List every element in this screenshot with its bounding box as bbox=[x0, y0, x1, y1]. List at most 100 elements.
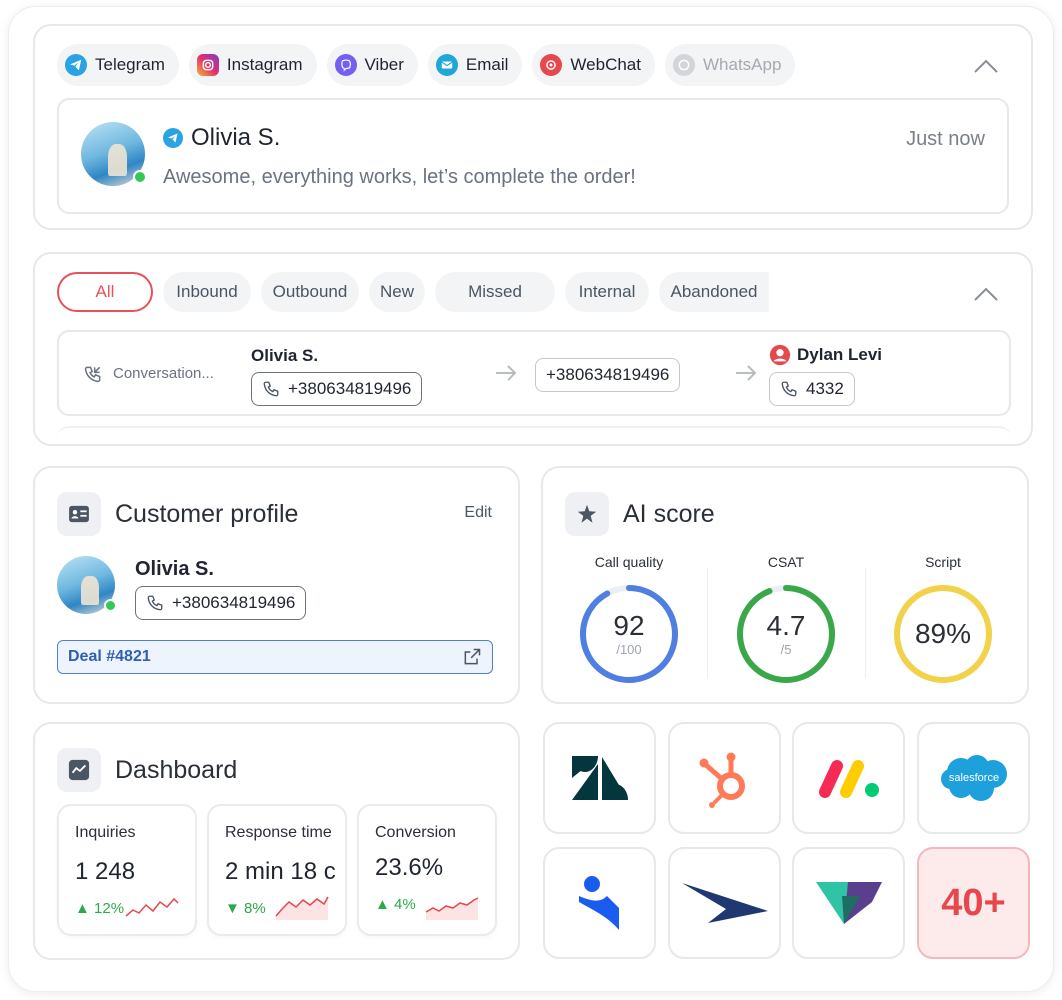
divider bbox=[707, 568, 708, 678]
chevron-up-icon[interactable] bbox=[973, 286, 999, 302]
kommo-logo bbox=[578, 876, 619, 930]
channel-chip-instagram[interactable]: Instagram bbox=[188, 44, 317, 86]
integration-other[interactable] bbox=[792, 847, 905, 959]
metric-value: 23.6% bbox=[375, 854, 444, 881]
channel-chip-viber[interactable]: Viber bbox=[326, 44, 418, 86]
filter-outbound[interactable]: Outbound bbox=[261, 272, 359, 312]
phone-icon bbox=[263, 381, 279, 397]
metric-value: 2 min 18 c bbox=[225, 858, 336, 885]
trend-up-icon: ▲ bbox=[375, 896, 390, 913]
call-type-label: Conversation... bbox=[113, 365, 214, 382]
whatsapp-icon bbox=[672, 54, 695, 76]
score-label: Script bbox=[925, 554, 961, 570]
phone-icon bbox=[147, 595, 163, 611]
call-filter-tabs: All Inbound Outbound New Missed Internal… bbox=[57, 272, 769, 312]
score-label: CSAT bbox=[767, 554, 805, 570]
filter-abandoned[interactable]: Abandoned bbox=[659, 272, 769, 312]
filter-all[interactable]: All bbox=[57, 272, 153, 312]
score-ring: 89% bbox=[891, 582, 995, 686]
filter-inbound[interactable]: Inbound bbox=[163, 272, 251, 312]
integration-zendesk[interactable] bbox=[543, 722, 656, 834]
calls-card: All Inbound Outbound New Missed Internal… bbox=[33, 252, 1033, 446]
more-integrations-button[interactable]: 40+ bbox=[917, 847, 1030, 959]
customer-phone[interactable]: +380634819496 bbox=[135, 586, 307, 620]
score-script: Script 89% bbox=[873, 554, 1013, 686]
ai-score-card: AI score Call quality 92 /100 CSAT 4.7 /… bbox=[541, 466, 1029, 704]
salesforce-wordmark: salesforce bbox=[948, 772, 998, 784]
message-time: Just now bbox=[906, 128, 985, 150]
channel-label: Email bbox=[465, 55, 509, 74]
user-avatar-icon bbox=[769, 344, 791, 366]
dashboard-card: Dashboard Inquiries 1 248 ▲ 12% Response… bbox=[33, 722, 520, 960]
channel-label: Instagram bbox=[226, 55, 303, 74]
score-scale: /5 bbox=[780, 642, 792, 657]
channel-chip-webchat[interactable]: WebChat bbox=[532, 44, 655, 86]
chart-icon bbox=[57, 748, 101, 792]
metric-label: Response time bbox=[225, 824, 332, 841]
extension-number: 4332 bbox=[806, 379, 844, 398]
integration-salesforce[interactable]: salesforce bbox=[917, 722, 1030, 834]
channel-chip-telegram[interactable]: Telegram bbox=[57, 44, 179, 86]
arrow-right-icon bbox=[736, 365, 757, 381]
metric-label: Conversion bbox=[375, 824, 456, 841]
sender-name: Olivia S. bbox=[191, 124, 281, 151]
phone-number: +380634819496 bbox=[546, 365, 670, 384]
call-row[interactable]: Conversation... Olivia S. +380634819496 … bbox=[57, 330, 1011, 416]
channel-chip-whatsapp[interactable]: WhatsApp bbox=[664, 44, 796, 86]
score-csat: CSAT 4.7 /5 bbox=[716, 554, 856, 686]
call-row-peek bbox=[57, 426, 1011, 446]
customer-profile-card: Customer profile Edit Olivia S. +3806348… bbox=[33, 466, 520, 704]
zendesk-logo bbox=[571, 756, 628, 800]
chevron-up-icon[interactable] bbox=[973, 58, 999, 74]
filter-new[interactable]: New bbox=[369, 272, 425, 312]
filter-internal[interactable]: Internal bbox=[565, 272, 649, 312]
message-sender: Olivia S. bbox=[163, 124, 280, 152]
delta-value: 8% bbox=[244, 900, 266, 917]
score-ring: 4.7 /5 bbox=[734, 582, 838, 686]
filter-missed[interactable]: Missed bbox=[435, 272, 555, 312]
score-ring: 92 /100 bbox=[577, 582, 681, 686]
trend-up-icon: ▲ bbox=[75, 900, 90, 917]
customer-name: Olivia S. bbox=[135, 558, 214, 580]
metric-conversion[interactable]: Conversion 23.6% ▲ 4% bbox=[357, 804, 497, 936]
integration-kommo[interactable] bbox=[543, 847, 656, 959]
metric-delta: ▼ 8% bbox=[225, 900, 266, 917]
metric-response-time[interactable]: Response time 2 min 18 c ▼ 8% bbox=[207, 804, 347, 936]
deal-link[interactable]: Deal #4821 bbox=[57, 640, 493, 674]
viber-icon bbox=[334, 54, 357, 76]
score-value: 89% bbox=[914, 618, 972, 649]
phone-icon bbox=[781, 381, 797, 397]
sparkline bbox=[125, 897, 179, 917]
integration-hubspot[interactable] bbox=[668, 722, 781, 834]
score-value: 4.7 bbox=[766, 610, 806, 641]
score-scale: /100 bbox=[616, 642, 642, 657]
channel-label: Telegram bbox=[95, 55, 165, 74]
message-preview[interactable]: Olivia S. Awesome, everything works, let… bbox=[57, 98, 1009, 214]
edit-link[interactable]: Edit bbox=[464, 504, 492, 522]
metric-label: Inquiries bbox=[75, 824, 136, 841]
score-call-quality: Call quality 92 /100 bbox=[559, 554, 699, 686]
agent-extension[interactable]: 4332 bbox=[769, 372, 855, 406]
online-status-dot bbox=[133, 170, 147, 184]
phone-number: +380634819496 bbox=[288, 379, 412, 398]
delta-value: 4% bbox=[394, 896, 416, 913]
arrow-right-icon bbox=[496, 365, 517, 381]
online-status-dot bbox=[104, 599, 117, 612]
phone-number: +380634819496 bbox=[172, 593, 296, 612]
channel-tabs: Telegram Instagram Viber Email WebChat W… bbox=[57, 44, 796, 86]
agent-name: Dylan Levi bbox=[797, 345, 883, 364]
metric-inquiries[interactable]: Inquiries 1 248 ▲ 12% bbox=[57, 804, 197, 936]
monday-logo bbox=[818, 760, 879, 798]
caller-phone[interactable]: +380634819496 bbox=[251, 372, 423, 406]
divider bbox=[865, 568, 866, 678]
card-title: AI score bbox=[623, 500, 715, 528]
integration-dynamics[interactable] bbox=[668, 847, 781, 959]
line-phone[interactable]: +380634819496 bbox=[535, 358, 681, 392]
channel-label: Viber bbox=[364, 55, 404, 74]
ai-star-icon bbox=[565, 492, 609, 536]
telegram-icon bbox=[65, 54, 87, 76]
channel-chip-email[interactable]: Email bbox=[427, 44, 523, 86]
message-text: Awesome, everything works, let’s complet… bbox=[163, 166, 636, 188]
integration-monday[interactable] bbox=[792, 722, 905, 834]
id-card-icon bbox=[57, 492, 101, 536]
